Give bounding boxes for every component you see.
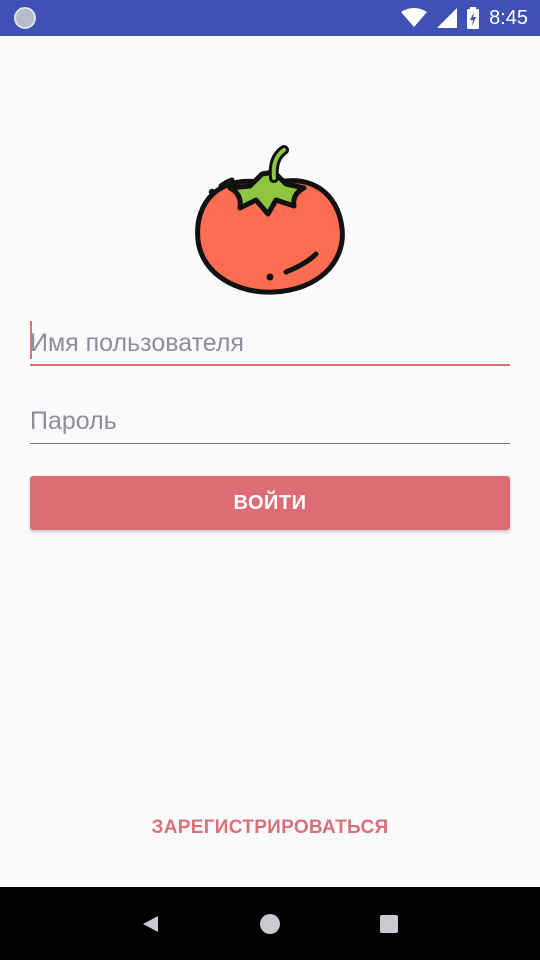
back-icon — [143, 915, 159, 932]
status-icons: 8:45 — [401, 7, 528, 30]
password-field[interactable] — [30, 400, 510, 444]
recents-button[interactable] — [369, 904, 409, 944]
username-input[interactable] — [30, 322, 510, 364]
home-icon — [259, 913, 280, 934]
tomato-icon — [195, 145, 345, 295]
text-cursor — [30, 321, 32, 359]
back-button[interactable] — [131, 904, 171, 944]
login-screen: ВОЙТИ ЗАРЕГИСТРИРОВАТЬСЯ — [0, 36, 540, 887]
status-bar: 8:45 — [0, 0, 540, 36]
recents-icon — [379, 914, 398, 933]
battery-icon — [467, 7, 480, 29]
notification-dot-icon — [14, 7, 36, 29]
password-input[interactable] — [30, 400, 510, 443]
register-button[interactable]: ЗАРЕГИСТРИРОВАТЬСЯ — [0, 817, 540, 839]
clock: 8:45 — [489, 6, 528, 29]
wifi-icon — [401, 8, 428, 27]
home-button[interactable] — [250, 904, 290, 944]
login-button[interactable]: ВОЙТИ — [30, 476, 510, 530]
signal-icon — [437, 8, 458, 28]
navigation-bar — [0, 887, 540, 960]
username-field[interactable] — [30, 321, 510, 366]
